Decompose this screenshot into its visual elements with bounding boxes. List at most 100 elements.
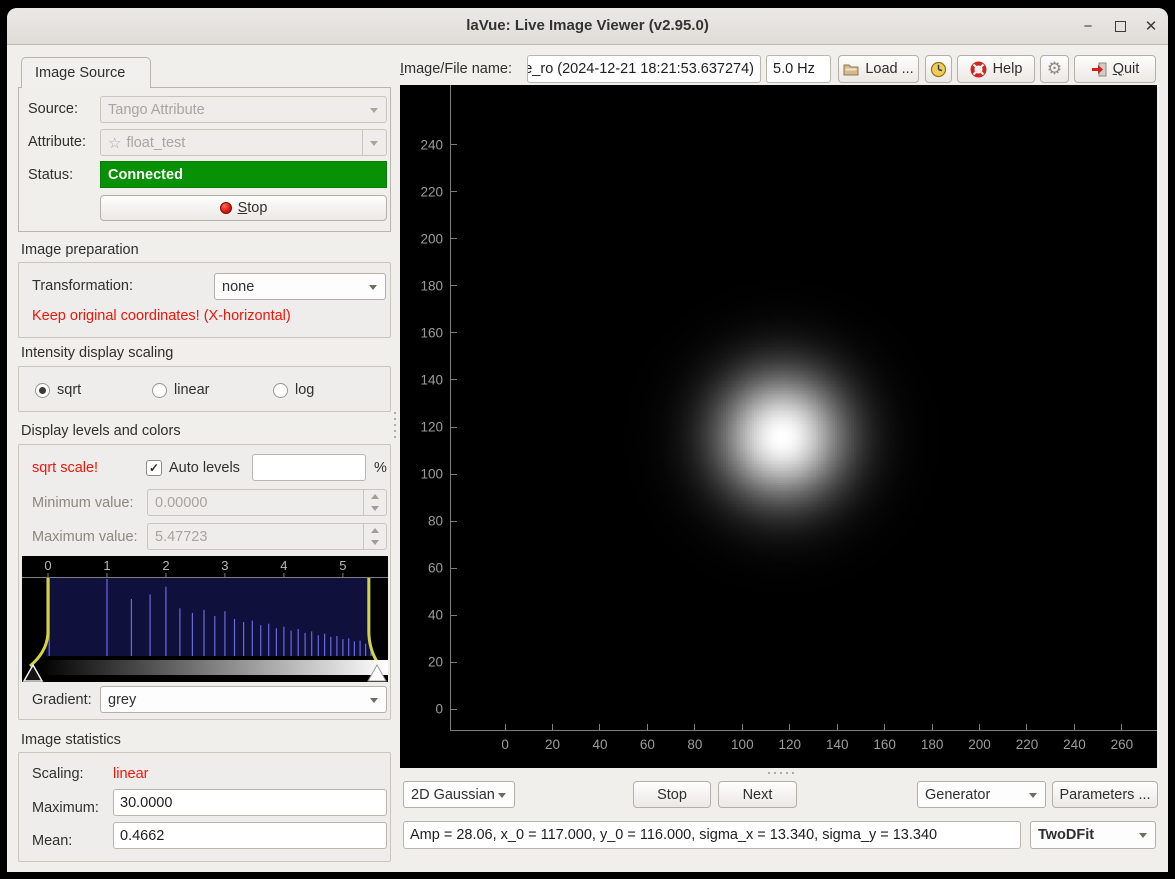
y-axis-tick-label: 40 (400, 608, 443, 623)
filename-label: Image/File name: (400, 61, 512, 77)
radio-icon (152, 383, 167, 398)
svg-text:5: 5 (339, 558, 346, 573)
stop-source-button[interactable]: Stop (100, 195, 387, 221)
maximize-button[interactable] (1105, 8, 1135, 44)
stop-button[interactable]: Stop (633, 781, 711, 808)
y-axis-tick-label: 180 (400, 278, 443, 293)
stats-mean-field[interactable] (113, 822, 387, 849)
fit-result-field[interactable] (403, 821, 1021, 849)
histogram-lut-widget[interactable]: 012345 (22, 556, 388, 682)
source-label: Source: (28, 101, 78, 117)
x-axis-tick-label: 80 (687, 737, 702, 752)
x-axis-tick-label: 120 (779, 737, 802, 752)
status-label: Status: (28, 167, 73, 183)
y-axis-tick (450, 474, 457, 475)
histogram-svg: 012345 (22, 556, 388, 682)
x-axis-tick-label: 0 (501, 737, 509, 752)
minimize-button[interactable]: − (1073, 8, 1103, 44)
y-axis-tick-label: 140 (400, 372, 443, 387)
x-axis-tick-label: 60 (640, 737, 655, 752)
reload-timer-button[interactable] (925, 55, 952, 83)
quit-label: Quit (1113, 61, 1140, 77)
chevron-down-icon (1029, 793, 1037, 798)
radio-log[interactable]: log (273, 382, 314, 398)
x-axis-tick (742, 724, 743, 731)
stats-scaling-value: linear (113, 766, 148, 782)
maximum-value-label: Maximum value: (32, 529, 138, 545)
folder-open-icon (843, 62, 859, 76)
transformation-combobox[interactable]: none (214, 273, 386, 300)
spin-up-icon (371, 528, 379, 533)
spin-buttons (363, 490, 386, 515)
x-axis-line (450, 730, 1157, 731)
x-axis-tick (932, 724, 933, 731)
chevron-down-icon (370, 698, 378, 703)
x-axis-tick (552, 724, 553, 731)
svg-text:0: 0 (44, 558, 51, 573)
y-axis-tick-label: 60 (400, 561, 443, 576)
percent-suffix: % (374, 460, 387, 476)
stats-maximum-label: Maximum: (32, 800, 99, 816)
gradient-label: Gradient: (32, 692, 92, 708)
y-axis-tick (450, 332, 457, 333)
star-icon: ☆ (108, 134, 121, 152)
help-button[interactable]: Help (957, 55, 1035, 83)
quit-button[interactable]: Quit (1074, 55, 1156, 83)
y-axis-line (450, 85, 451, 730)
x-axis-tick (837, 724, 838, 731)
source-type-combobox[interactable]: 2D Gaussian (403, 781, 515, 808)
scale-note: sqrt scale! (32, 460, 98, 476)
settings-button[interactable]: ⚙ (1040, 55, 1069, 83)
generator-combobox[interactable]: Generator (917, 781, 1046, 808)
minimum-value-spinbox: 0.00000 (147, 489, 387, 516)
section-intensity-scaling: Intensity display scaling (21, 345, 173, 361)
load-button[interactable]: Load ... (838, 55, 919, 83)
y-axis-tick (450, 615, 457, 616)
plot-splitter-handle[interactable] (768, 772, 794, 774)
spin-buttons (363, 524, 386, 549)
svg-text:4: 4 (280, 558, 287, 573)
chevron-down-icon (370, 141, 378, 146)
x-axis-tick (884, 724, 885, 731)
title-bar[interactable]: laVue: Live Image Viewer (v2.95.0) − ✕ (7, 8, 1168, 45)
auto-levels-percent-input[interactable] (252, 454, 366, 481)
next-button[interactable]: Next (718, 781, 797, 808)
attribute-combobox: ☆ float_test (100, 129, 387, 156)
y-axis-tick (450, 285, 457, 286)
chevron-down-icon (498, 793, 506, 798)
y-axis-tick-label: 160 (400, 325, 443, 340)
x-axis-tick (599, 724, 600, 731)
filename-field[interactable]: e_ro (2024-12-21 18:21:53.637274) (527, 55, 761, 83)
image-canvas[interactable] (451, 85, 1157, 730)
tab-image-source[interactable]: Image Source (21, 57, 151, 88)
x-axis-tick (1074, 724, 1075, 731)
coordinates-warning: Keep original coordinates! (X-horizontal… (32, 308, 291, 324)
gradient-combobox[interactable]: grey (100, 686, 387, 713)
y-axis-tick (450, 191, 457, 192)
auto-levels-checkbox[interactable]: ✓ Auto levels (146, 460, 240, 476)
status-badge: Connected (100, 161, 387, 188)
y-axis-tick (450, 427, 457, 428)
radio-sqrt[interactable]: sqrt (35, 382, 81, 398)
fit-type-combobox[interactable]: TwoDFit (1030, 821, 1156, 849)
y-axis-tick-label: 240 (400, 137, 443, 152)
minimum-value-label: Minimum value: (32, 495, 134, 511)
desktop: { "window": { "title": "laVue: Live Imag… (0, 0, 1175, 879)
source-combobox: Tango Attribute (100, 96, 387, 123)
y-axis-tick-label: 120 (400, 420, 443, 435)
chevron-down-icon (369, 285, 377, 290)
stats-maximum-field[interactable] (113, 789, 387, 816)
panel-splitter-handle[interactable] (394, 412, 396, 438)
close-button[interactable]: ✕ (1136, 8, 1166, 44)
x-axis-tick-label: 100 (731, 737, 754, 752)
maximize-icon (1115, 21, 1126, 32)
parameters-button[interactable]: Parameters ... (1052, 781, 1158, 808)
plot-area[interactable]: 0204060801001201401601802002202402600204… (400, 85, 1157, 768)
lifebuoy-help-icon (970, 61, 987, 78)
rate-field[interactable] (766, 55, 831, 83)
checkbox-check-icon: ✓ (146, 460, 162, 476)
svg-text:1: 1 (103, 558, 110, 573)
spin-up-icon (371, 494, 379, 499)
y-axis-tick (450, 568, 457, 569)
radio-linear[interactable]: linear (152, 382, 209, 398)
